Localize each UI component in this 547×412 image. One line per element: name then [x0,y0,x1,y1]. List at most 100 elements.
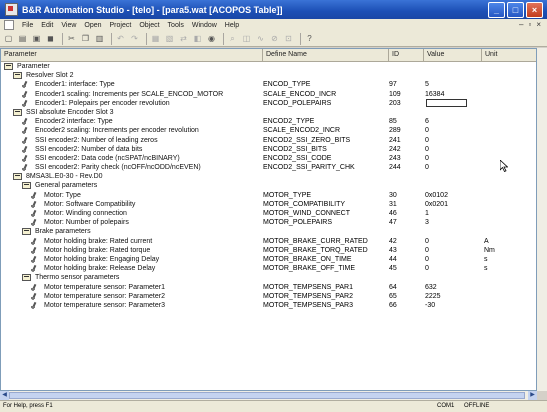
tree-node-row[interactable]: 8MSA3L.E0-30 - Rev.D0 [1,172,536,181]
table-row[interactable]: Motor holding brake: Rated torque MOTOR_B… [1,246,536,255]
column-header-define-name[interactable]: Define Name [263,49,389,61]
tree-node-row[interactable]: Thermo sensor parameters [1,273,536,282]
scroll-left-icon[interactable]: ◀ [0,391,9,400]
table-row[interactable]: Encoder1 scaling: Increments per SCALE_E… [1,90,536,99]
parameter-cell: SSI encoder2: Parity check (ncOFF/ncODD/… [1,163,259,172]
menu-object[interactable]: Object [135,22,163,29]
scroll-right-icon[interactable]: ▶ [528,391,537,400]
table-row[interactable]: Motor temperature sensor: Parameter2 MOTO… [1,292,536,301]
value-cell[interactable]: 0 [425,126,477,135]
table-row[interactable]: Motor: Software Compatibility MOTOR_COMPA… [1,200,536,209]
table-row[interactable]: SSI encoder2: Number of leading zeros ENC… [1,136,536,145]
mdi-restore-button[interactable]: ▫ [528,20,531,29]
value-cell[interactable]: 632 [425,283,477,292]
table-row[interactable]: Motor: Number of polepairs MOTOR_POLEPAIR… [1,218,536,227]
folder-icon [22,182,31,190]
menu-file[interactable]: File [18,22,37,29]
find-icon[interactable]: ⌕ [227,33,238,44]
table-row[interactable]: Motor temperature sensor: Parameter3 MOTO… [1,301,536,310]
value-cell[interactable]: 2225 [425,292,477,301]
maximize-button[interactable]: □ [507,2,524,18]
document-icon[interactable] [4,20,14,30]
mdi-minimize-button[interactable]: – [519,20,523,29]
table-row[interactable]: Motor holding brake: Engaging Delay MOTOR… [1,255,536,264]
horizontal-scrollbar[interactable]: ◀ ▶ [0,391,537,400]
value-edit-field[interactable] [426,98,467,107]
table-row[interactable]: Motor: Type MOTOR_TYPE 30 0x0102 [1,191,536,200]
table-row[interactable]: Motor: Winding connection MOTOR_WIND_CONN… [1,209,536,218]
tree-node-row[interactable]: General parameters [1,181,536,190]
trace-icon[interactable]: ∿ [255,33,266,44]
id-cell: 46 [389,210,397,217]
cut-icon[interactable]: ✂ [66,33,77,44]
undo-icon[interactable]: ↶ [115,33,126,44]
build-icon[interactable]: ▦ [150,33,161,44]
value-cell[interactable]: 16384 [425,90,477,99]
tree-node-row[interactable]: Brake parameters [1,227,536,236]
save-all-icon[interactable]: ◼ [45,33,56,44]
tree-node-row[interactable]: SSI absolute Encoder Slot 3 [1,108,536,117]
define-name-cell: ENCOD2_SSI_BITS [263,145,327,153]
value-cell[interactable]: 0 [425,264,477,273]
menu-open[interactable]: Open [80,22,105,29]
column-header-unit[interactable]: Unit [482,49,536,61]
table-row[interactable]: Encoder1: interface: Type ENCOD_TYPE 97 5 [1,80,536,89]
value-cell[interactable]: 0x0201 [425,200,477,209]
parameter-icon [31,201,37,208]
value-cell[interactable]: 1 [425,209,477,218]
redo-icon[interactable]: ↷ [129,33,140,44]
value-cell[interactable]: 6 [425,117,477,126]
column-header-value[interactable]: Value [424,49,482,61]
value-cell[interactable]: 0 [425,163,477,172]
open-icon[interactable]: ▤ [17,33,28,44]
stop-icon[interactable]: ⊡ [283,33,294,44]
value-cell[interactable]: 0 [425,136,477,145]
menu-help[interactable]: Help [221,22,243,29]
save-icon[interactable]: ▣ [31,33,42,44]
column-header-id[interactable]: ID [389,49,424,61]
menu-view[interactable]: View [57,22,80,29]
menu-edit[interactable]: Edit [37,22,57,29]
table-row[interactable]: Encoder1: Polepairs per encoder revoluti… [1,98,536,108]
value-cell[interactable]: -30 [425,301,477,310]
horizontal-scroll-thumb[interactable] [9,392,525,399]
tree-node-row[interactable]: Parameter [1,62,536,71]
table-row[interactable]: Motor holding brake: Rated current MOTOR_… [1,237,536,246]
table-row[interactable]: Encoder2 scaling: Increments per encoder… [1,126,536,135]
table-row[interactable]: Encoder2 interface: Type ENCOD2_TYPE 85 6 [1,117,536,126]
value-cell[interactable]: 0 [425,246,477,255]
vertical-scrollbar[interactable] [537,48,547,391]
menu-tools[interactable]: Tools [164,22,188,29]
parameter-cell: Motor: Type [1,191,259,200]
table-row[interactable]: SSI encoder2: Parity check (ncOFF/ncODD/… [1,163,536,172]
transfer-icon[interactable]: ⇄ [178,33,189,44]
value-cell[interactable]: 0 [425,255,477,264]
copy-icon[interactable]: ❐ [80,33,91,44]
close-button[interactable]: × [526,2,543,18]
monitor-icon[interactable]: ◧ [192,33,203,44]
value-cell[interactable]: 0 [425,237,477,246]
value-cell[interactable]: 5 [425,80,477,89]
value-cell[interactable]: 0 [425,154,477,163]
table-row[interactable]: Motor holding brake: Release Delay MOTOR_… [1,264,536,273]
debug-icon[interactable]: ⊘ [269,33,280,44]
value-cell[interactable]: 0x0102 [425,191,477,200]
tree-node-row[interactable]: Resolver Slot 2 [1,71,536,80]
watch-icon[interactable]: ◫ [241,33,252,44]
column-header-parameter[interactable]: Parameter [1,49,263,61]
new-icon[interactable]: ▢ [3,33,14,44]
table-row[interactable]: SSI encoder2: Number of data bits ENCOD2_… [1,145,536,154]
value-cell[interactable]: 0 [425,145,477,154]
menu-window[interactable]: Window [188,22,221,29]
value-cell[interactable]: 3 [425,218,477,227]
parameter-label: Motor holding brake: Rated torque [44,246,151,254]
minimize-button[interactable]: _ [488,2,505,18]
menu-project[interactable]: Project [106,22,136,29]
mdi-close-button[interactable]: × [536,20,541,29]
table-row[interactable]: SSI encoder2: Data code (ncSPAT/ncBINARY… [1,154,536,163]
help-icon[interactable]: ? [304,33,315,44]
rebuild-icon[interactable]: ▧ [164,33,175,44]
paste-icon[interactable]: ▥ [94,33,105,44]
online-icon[interactable]: ◉ [206,33,217,44]
table-row[interactable]: Motor temperature sensor: Parameter1 MOTO… [1,283,536,292]
